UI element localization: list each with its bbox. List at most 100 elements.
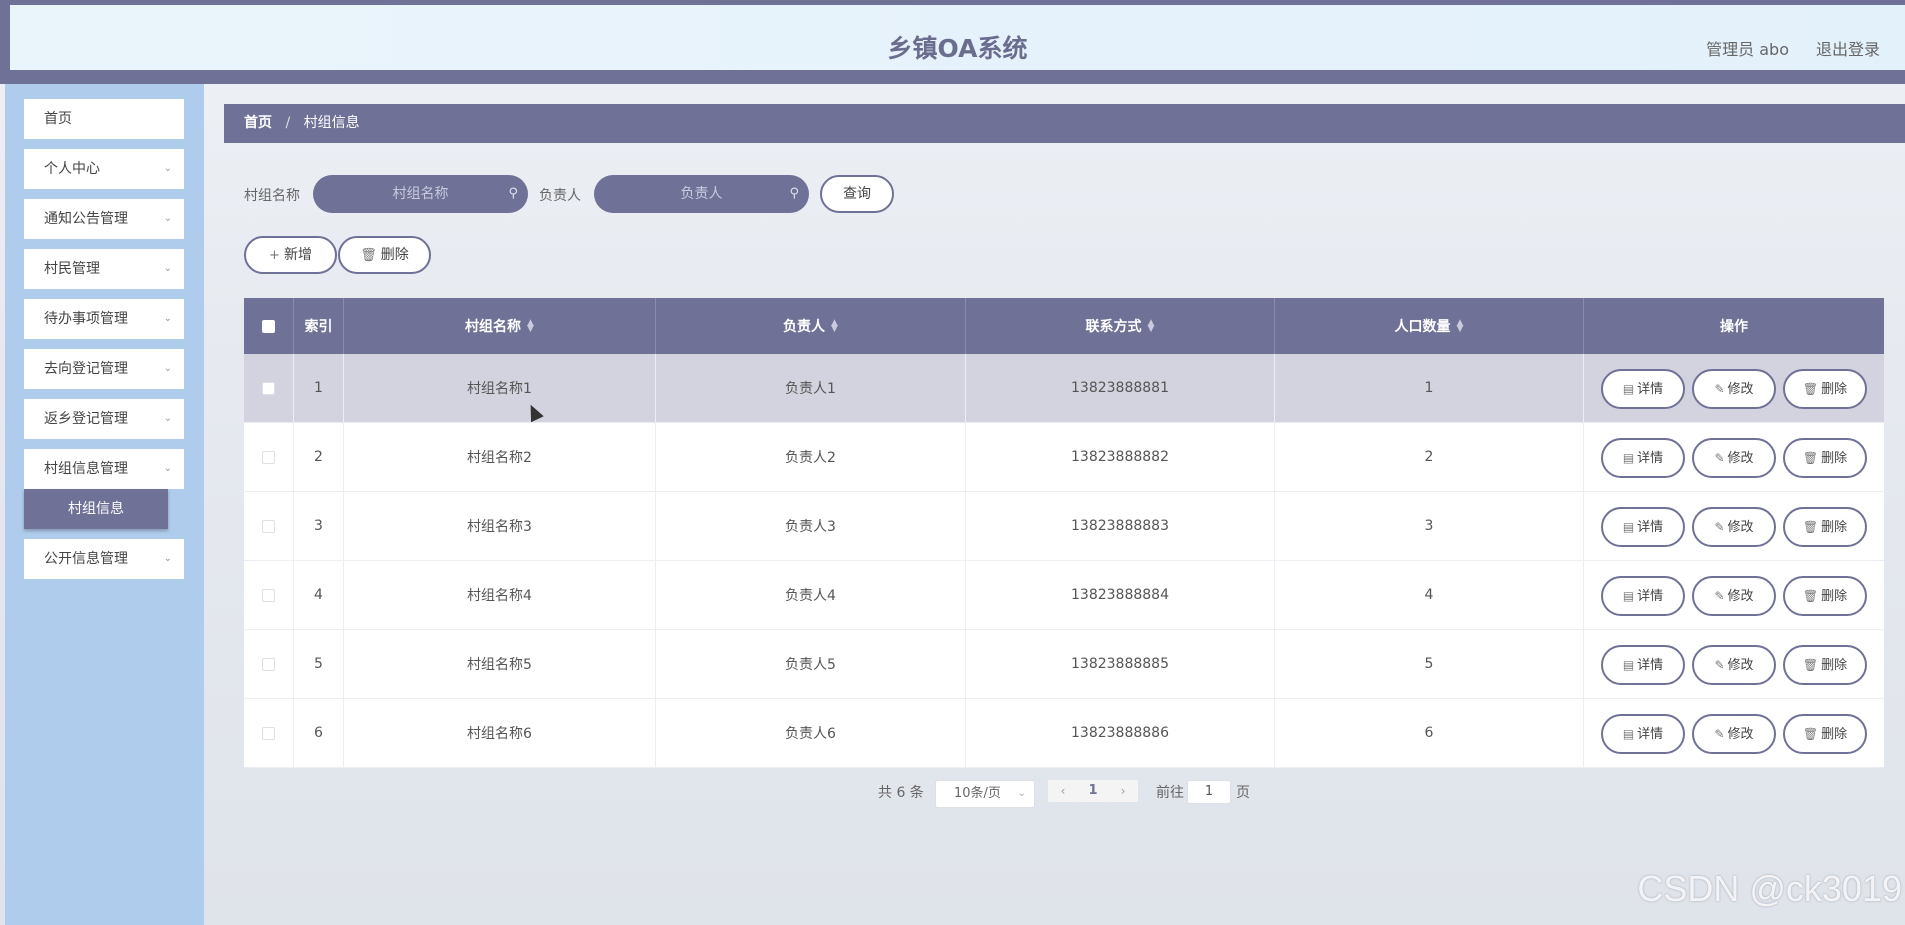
detail-button[interactable]: ▤ 详情 [1601,507,1685,547]
sidebar-item-home[interactable]: 首页 [24,99,184,139]
cell-phone: 13823888885 [966,630,1275,698]
delete-button[interactable]: 🗑 删除 [1783,369,1867,409]
row-checkbox[interactable] [262,381,275,395]
query-button[interactable]: 查询 [820,175,894,213]
header-population[interactable]: 人口数量 ▲ ▼ [1275,298,1584,354]
cell-name: 村组名称3 [344,492,656,560]
detail-label: 详情 [1637,382,1664,397]
trash-icon: 🗑 [1802,658,1819,672]
next-page-button[interactable]: › [1108,780,1138,802]
detail-button[interactable]: ▤ 详情 [1601,438,1685,478]
delete-label: 删除 [1821,658,1848,673]
page-size-select[interactable]: 10条/页 ⌄ [935,780,1035,808]
sidebar-item-whereabouts-management[interactable]: 去向登记管理 ⌄ [24,349,184,389]
sort-icon[interactable]: ▲ ▼ [1148,319,1155,334]
table-row[interactable]: 5 村组名称5 负责人5 13823888885 5 ▤ 详情 ✎ 修改 🗑 删除 [244,630,1884,699]
chevron-down-icon: ⌄ [163,413,172,424]
sidebar-item-return-management[interactable]: 返乡登记管理 ⌄ [24,399,184,439]
page-size-value: 10条/页 [954,786,1001,801]
delete-label: 删除 [1821,382,1848,397]
delete-label: 删除 [1821,727,1848,742]
add-button-label: 新增 [283,247,312,263]
sidebar-item-villager-management[interactable]: 村民管理 ⌄ [24,249,184,289]
top-header-inner: 乡镇OA系统 管理员 abo 退出登录 [10,5,1905,74]
edit-button[interactable]: ✎ 修改 [1692,438,1776,478]
row-checkbox[interactable] [262,519,275,533]
delete-button[interactable]: 🗑 删除 [1783,507,1867,547]
row-checkbox[interactable] [262,588,275,602]
cell-population: 6 [1275,699,1584,767]
watermark: CSDN @ck3019 [1637,868,1902,909]
logout-link[interactable]: 退出登录 [1816,36,1880,60]
edit-button[interactable]: ✎ 修改 [1692,576,1776,616]
cell-name: 村组名称5 [344,630,656,698]
edit-button[interactable]: ✎ 修改 [1692,714,1776,754]
sidebar-item-village-group-management[interactable]: 村组信息管理 ⌄ [24,449,184,489]
cell-index: 5 [294,630,344,698]
header-actions-label: 操作 [1720,319,1748,335]
sidebar-item-label: 通知公告管理 [44,211,128,227]
header-population-label: 人口数量 [1394,319,1451,335]
goto-label: 前往 [1156,785,1184,801]
header-person[interactable]: 负责人 ▲ ▼ [656,298,966,354]
cell-population: 3 [1275,492,1584,560]
sort-icon[interactable]: ▲ ▼ [1457,319,1464,334]
chevron-down-icon: ⌄ [163,463,172,474]
delete-label: 删除 [1821,451,1848,466]
header-name[interactable]: 村组名称 ▲ ▼ [344,298,656,354]
table-row[interactable]: 3 村组名称3 负责人3 13823888883 3 ▤ 详情 ✎ 修改 🗑 删除 [244,492,1884,561]
table-row[interactable]: 1 村组名称1 负责人1 13823888881 1 ▤ 详情 ✎ 修改 🗑 删除 [244,354,1884,423]
app-title: 乡镇OA系统 [887,34,1028,63]
breadcrumb-home[interactable]: 首页 [244,115,272,131]
trash-icon: 🗑 [1802,589,1819,603]
cell-phone: 13823888882 [966,423,1275,491]
sidebar-item-notice-management[interactable]: 通知公告管理 ⌄ [24,199,184,239]
goto-page-input[interactable]: 1 [1187,780,1231,804]
table-header: 索引 村组名称 ▲ ▼ 负责人 ▲ ▼ 联系方式 ▲ ▼ 人口数量 ▲ ▼ 操作 [244,298,1884,354]
header-index-label: 索引 [304,319,333,335]
row-checkbox[interactable] [262,657,275,671]
document-icon: ▤ [1622,589,1635,603]
search-person-input[interactable]: 负责人 ⚲ [594,175,809,213]
table-row[interactable]: 2 村组名称2 负责人2 13823888882 2 ▤ 详情 ✎ 修改 🗑 删除 [244,423,1884,492]
detail-button[interactable]: ▤ 详情 [1601,576,1685,616]
select-all-checkbox[interactable] [262,319,275,333]
delete-button[interactable]: 🗑 删除 [1783,438,1867,478]
search-name-input[interactable]: 村组名称 ⚲ [313,175,528,213]
chevron-down-icon: ⌄ [163,553,172,564]
pencil-icon: ✎ [1714,520,1725,534]
delete-button[interactable]: 🗑 删除 [1783,714,1867,754]
add-button[interactable]: + 新增 [244,236,337,274]
prev-page-button[interactable]: ‹ [1048,780,1078,802]
row-select-cell [244,561,294,629]
edit-button[interactable]: ✎ 修改 [1692,507,1776,547]
batch-delete-button[interactable]: 🗑 删除 [338,236,431,274]
sidebar-item-public-info-management[interactable]: 公开信息管理 ⌄ [24,539,184,579]
sidebar-item-todo-management[interactable]: 待办事项管理 ⌄ [24,299,184,339]
search-icon: ⚲ [508,186,518,201]
sidebar-subitem-village-group-info[interactable]: 村组信息 [24,489,168,529]
table-row[interactable]: 4 村组名称4 负责人4 13823888884 4 ▤ 详情 ✎ 修改 🗑 删除 [244,561,1884,630]
detail-button[interactable]: ▤ 详情 [1601,714,1685,754]
edit-label: 修改 [1727,382,1754,397]
cell-population: 1 [1275,354,1584,422]
page-number-current[interactable]: 1 [1078,780,1108,802]
sidebar-item-label: 村组信息管理 [44,461,128,477]
cell-phone: 13823888881 [966,354,1275,422]
row-checkbox[interactable] [262,726,275,740]
cell-phone: 13823888883 [966,492,1275,560]
row-checkbox[interactable] [262,450,275,464]
detail-button[interactable]: ▤ 详情 [1601,645,1685,685]
detail-button[interactable]: ▤ 详情 [1601,369,1685,409]
header-phone[interactable]: 联系方式 ▲ ▼ [966,298,1275,354]
cell-index: 4 [294,561,344,629]
pencil-icon: ✎ [1714,589,1725,603]
delete-button[interactable]: 🗑 删除 [1783,576,1867,616]
sidebar-item-personal-center[interactable]: 个人中心 ⌄ [24,149,184,189]
table-row[interactable]: 6 村组名称6 负责人6 13823888886 6 ▤ 详情 ✎ 修改 🗑 删除 [244,699,1884,768]
delete-button[interactable]: 🗑 删除 [1783,645,1867,685]
sort-icon[interactable]: ▲ ▼ [831,319,838,334]
edit-button[interactable]: ✎ 修改 [1692,645,1776,685]
sort-icon[interactable]: ▲ ▼ [527,319,534,334]
edit-button[interactable]: ✎ 修改 [1692,369,1776,409]
